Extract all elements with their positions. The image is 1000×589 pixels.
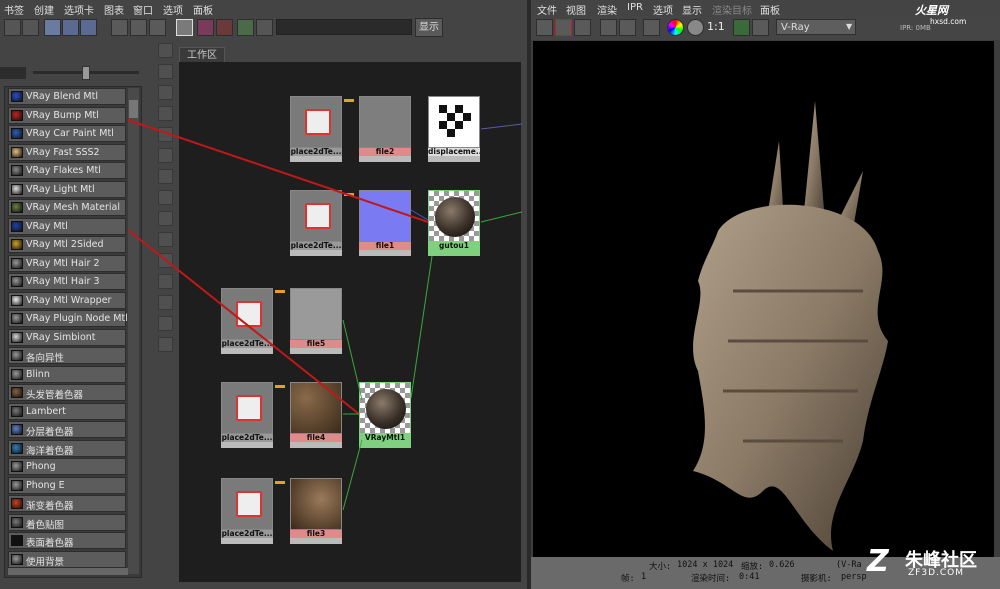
ipr-render-icon[interactable] <box>600 19 617 36</box>
refresh-ipr-icon[interactable] <box>619 19 636 36</box>
status-zoom-value: 0.626 <box>769 560 795 570</box>
status-render-time-value: 0:41 <box>739 572 760 582</box>
menu-view[interactable]: 视图 <box>566 2 586 17</box>
connection-line <box>480 211 523 223</box>
ipr-memory-text: IPR: 0MB <box>900 24 931 32</box>
zf3d-logo-url: ZF3D.COM <box>908 568 964 578</box>
menu-options[interactable]: 选项 <box>653 2 673 17</box>
redo-render-icon[interactable] <box>536 19 553 36</box>
node-connections-overlay <box>127 119 523 511</box>
render-region-icon[interactable] <box>555 19 572 36</box>
menu-file[interactable]: 文件 <box>537 2 557 17</box>
connection-line <box>342 439 363 511</box>
connection-line <box>342 319 363 401</box>
status-camera-value: persp <box>841 572 867 582</box>
rendered-dragon-head-image <box>693 101 888 552</box>
renderer-select[interactable]: V-Ray <box>776 19 856 35</box>
menu-ipr[interactable]: IPR <box>627 2 643 13</box>
connection-line <box>410 255 433 399</box>
hxsd-logo-url: hxsd.com <box>930 17 967 26</box>
status-camera-label: 摄影机: <box>801 574 832 584</box>
zf3d-logo-mark: Z <box>867 544 889 579</box>
keep-image-icon[interactable] <box>733 19 750 36</box>
render-image-viewport[interactable] <box>533 41 994 557</box>
hxsd-logo: 火星网 <box>915 4 948 17</box>
status-render-time-label: 渲染时间: <box>691 574 731 584</box>
rgb-channels-icon[interactable] <box>667 19 684 36</box>
drag-connection-line <box>127 229 360 415</box>
chevron-down-icon: ▼ <box>846 22 853 31</box>
alpha-channel-icon[interactable] <box>687 19 704 36</box>
display-icon[interactable] <box>643 19 660 36</box>
status-renderer-tag: (V-Ra <box>836 560 862 570</box>
status-frame-label: 帧: <box>621 574 635 584</box>
ratio-button[interactable]: 1:1 <box>707 20 725 33</box>
menu-display[interactable]: 显示 <box>682 2 702 17</box>
menu-render[interactable]: 渲染 <box>597 2 617 17</box>
drag-connection-line <box>127 119 429 223</box>
menu-panels[interactable]: 面板 <box>760 2 780 17</box>
status-size-label: 大小: <box>649 562 672 572</box>
status-zoom-label: 缩放: <box>741 562 764 572</box>
snapshot-icon[interactable] <box>574 19 591 36</box>
menu-render-target[interactable]: 渲染目标 <box>712 2 752 17</box>
status-frame-value: 1 <box>641 572 647 582</box>
remove-image-icon[interactable] <box>752 19 769 36</box>
connection-line <box>480 123 523 130</box>
status-size-value: 1024 x 1024 <box>677 560 734 570</box>
window-divider <box>527 0 531 589</box>
